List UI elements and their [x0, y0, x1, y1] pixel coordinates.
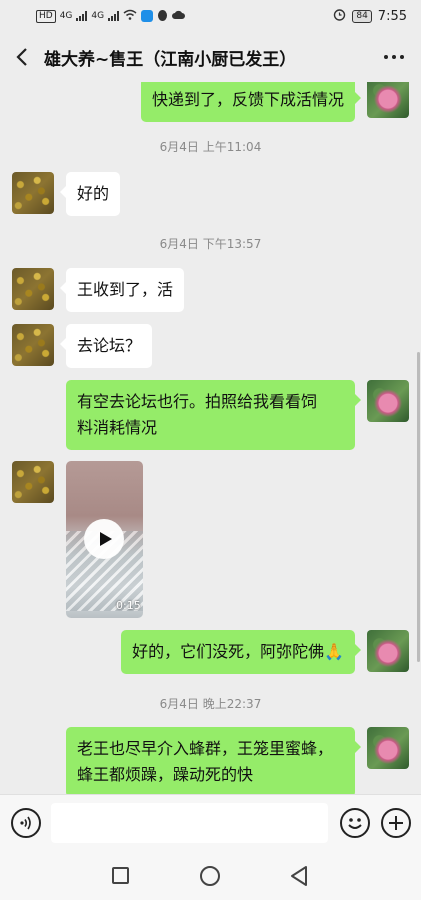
recent-apps-button[interactable] — [112, 867, 129, 884]
network-type-1: 4G — [59, 11, 73, 21]
clock: 7:55 — [377, 8, 407, 24]
more-functions-button[interactable] — [381, 808, 411, 838]
avatar-self[interactable] — [367, 82, 409, 118]
avatar-contact[interactable] — [12, 268, 54, 310]
message-text: 王收到了，活 — [77, 280, 174, 299]
cloud-icon — [172, 9, 186, 23]
penguin-icon — [157, 9, 168, 24]
wifi-icon — [123, 9, 137, 23]
play-icon — [99, 532, 112, 546]
signal-icon-2 — [108, 11, 120, 21]
message-input[interactable] — [51, 803, 328, 843]
app-notification-icon — [141, 10, 154, 22]
message-text: 好的 — [77, 184, 110, 203]
system-navigation-bar — [0, 852, 421, 900]
message-text: 去论坛？ — [77, 336, 142, 355]
voice-input-button[interactable] — [11, 808, 41, 838]
message-text-line: 老王也尽早介入蜂群，王笼里蜜蜂， — [77, 739, 334, 758]
emoji-button[interactable] — [340, 808, 370, 838]
timestamp: 6月4日 晚上22:37 — [159, 697, 262, 711]
network-type-2: 4G — [91, 11, 105, 21]
alarm-icon — [333, 8, 346, 24]
message-bubble-outgoing[interactable]: 老王也尽早介入蜂群，王笼里蜜蜂， 蜂王都烦躁，躁动死的快 — [66, 727, 361, 794]
smiley-icon — [348, 818, 362, 829]
play-button[interactable] — [84, 519, 124, 559]
chat-title: 雄大养~售王（江南小厨已发王） — [44, 49, 297, 70]
chevron-left-icon — [16, 48, 27, 66]
avatar-self[interactable] — [367, 380, 409, 422]
message-text-line: 蜂王都烦躁，躁动死的快 — [77, 765, 254, 784]
message-bubble-outgoing[interactable]: 好的，它们没死，阿弥陀佛🙏 — [121, 630, 361, 674]
signal-icon — [76, 11, 88, 21]
message-bubble-incoming[interactable]: 去论坛？ — [59, 324, 153, 368]
message-bubble-outgoing[interactable]: 有空去论坛也行。拍照给我看看饲 料消耗情况 — [66, 380, 361, 450]
input-bar — [0, 794, 421, 852]
message-bubble-incoming[interactable]: 好的 — [59, 172, 121, 216]
message-text-line: 有空去论坛也行。拍照给我看看饲 — [77, 392, 318, 411]
message-text: 快递到了，反馈下成活情况 — [151, 90, 344, 109]
status-bar: HD 4G 4G 84 7:55 — [0, 0, 421, 32]
message-bubble-incoming[interactable]: 王收到了，活 — [59, 268, 185, 312]
scrollbar[interactable] — [417, 352, 420, 662]
message-bubble-outgoing[interactable]: 快递到了，反馈下成活情况 — [140, 82, 362, 122]
status-right: 84 7:55 — [333, 8, 407, 24]
back-button[interactable] — [0, 32, 44, 82]
video-duration: 0:15 — [116, 599, 141, 612]
hd-badge: HD — [36, 9, 56, 23]
voice-icon — [20, 816, 31, 830]
timestamp: 6月4日 上午11:04 — [159, 140, 262, 154]
message-text-line: 料消耗情况 — [77, 418, 158, 437]
chat-header: 雄大养~售王（江南小厨已发王） — [0, 32, 421, 82]
avatar-contact[interactable] — [12, 461, 54, 503]
avatar-contact[interactable] — [12, 172, 54, 214]
system-back-button[interactable] — [288, 864, 310, 888]
status-left: HD 4G 4G — [36, 9, 186, 24]
home-button[interactable] — [200, 866, 220, 886]
more-options-button[interactable] — [379, 44, 409, 70]
avatar-self[interactable] — [367, 727, 409, 769]
message-list[interactable]: 快递到了，反馈下成活情况 6月4日 上午11:04 好的 6月4日 下午13:5… — [0, 82, 421, 794]
video-message[interactable]: 0:15 — [66, 461, 143, 618]
message-text: 好的，它们没死，阿弥陀佛🙏 — [132, 642, 344, 661]
battery-level: 84 — [352, 9, 372, 23]
avatar-self[interactable] — [367, 630, 409, 672]
timestamp: 6月4日 下午13:57 — [159, 237, 262, 251]
avatar-contact[interactable] — [12, 324, 54, 366]
